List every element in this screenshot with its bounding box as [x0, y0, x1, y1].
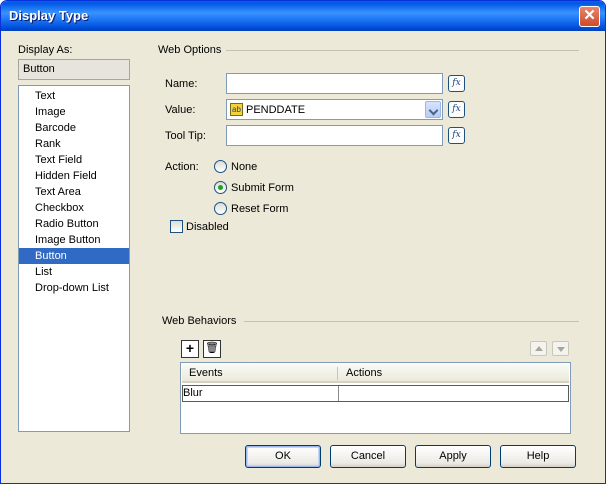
web-options-divider: [226, 50, 579, 51]
trash-icon: 🗑: [205, 342, 219, 354]
list-item[interactable]: Checkbox: [19, 200, 129, 216]
list-item[interactable]: Button: [19, 248, 129, 264]
tooltip-label: Tool Tip:: [165, 130, 206, 142]
disabled-label[interactable]: Disabled: [186, 221, 229, 233]
web-behaviors-divider: [244, 321, 579, 322]
action-none-radio[interactable]: [214, 160, 227, 173]
column-header-actions[interactable]: Actions: [346, 367, 382, 379]
name-fx-button[interactable]: fx: [448, 75, 465, 92]
value-combobox-text: PENDDATE: [246, 104, 306, 116]
arrow-up-icon: [535, 346, 543, 351]
list-item[interactable]: Image: [19, 104, 129, 120]
list-item[interactable]: Image Button: [19, 232, 129, 248]
title-bar[interactable]: Display Type ✕: [1, 1, 605, 31]
action-label: Action:: [165, 161, 199, 173]
action-none-label[interactable]: None: [231, 161, 257, 173]
delete-behavior-button[interactable]: 🗑: [203, 340, 221, 358]
display-as-value: Button: [18, 59, 130, 80]
display-type-list[interactable]: Text Image Barcode Rank Text Field Hidden Fie…: [18, 85, 130, 432]
tooltip-fx-button[interactable]: fx: [448, 127, 465, 144]
list-item[interactable]: Hidden Field: [19, 168, 129, 184]
list-item[interactable]: Drop-down List: [19, 280, 129, 296]
close-button[interactable]: ✕: [579, 6, 600, 27]
value-combobox[interactable]: ab PENDDATE: [226, 99, 443, 120]
event-cell[interactable]: Blur: [183, 387, 203, 399]
value-fx-button[interactable]: fx: [448, 101, 465, 118]
web-options-heading: Web Options: [158, 44, 222, 56]
column-divider[interactable]: [337, 367, 338, 380]
chevron-down-icon[interactable]: [425, 101, 441, 118]
list-item[interactable]: List: [19, 264, 129, 280]
table-row[interactable]: Blur: [182, 385, 569, 402]
action-submit-label[interactable]: Submit Form: [231, 182, 294, 194]
help-button[interactable]: Help: [500, 445, 576, 468]
cancel-button[interactable]: Cancel: [330, 445, 406, 468]
move-down-button[interactable]: [552, 341, 569, 356]
dialog-title: Display Type: [9, 8, 89, 23]
value-label: Value:: [165, 104, 196, 116]
action-reset-radio[interactable]: [214, 202, 227, 215]
list-item[interactable]: Text Area: [19, 184, 129, 200]
action-reset-label[interactable]: Reset Form: [231, 203, 288, 215]
field-icon: ab: [230, 103, 243, 116]
action-submit-radio[interactable]: [214, 181, 227, 194]
cell-divider: [338, 386, 339, 401]
disabled-checkbox[interactable]: [170, 220, 183, 233]
behaviors-table[interactable]: Events Actions Blur: [180, 362, 571, 434]
list-item[interactable]: Radio Button: [19, 216, 129, 232]
web-behaviors-heading: Web Behaviors: [162, 315, 237, 327]
dialog-body: Display As: Button Text Image Barcode Rank T…: [4, 31, 602, 481]
name-input[interactable]: [226, 73, 443, 94]
list-item[interactable]: Barcode: [19, 120, 129, 136]
behaviors-table-header: Events Actions: [182, 364, 569, 383]
display-type-dialog: Display Type ✕ Display As: Button Text Im…: [0, 0, 606, 484]
ok-button[interactable]: OK: [245, 445, 321, 468]
list-item[interactable]: Text: [19, 88, 129, 104]
arrow-down-icon: [557, 347, 565, 352]
list-item[interactable]: Text Field: [19, 152, 129, 168]
name-label: Name:: [165, 78, 198, 90]
list-item[interactable]: Rank: [19, 136, 129, 152]
apply-button[interactable]: Apply: [415, 445, 491, 468]
display-as-label: Display As:: [18, 44, 73, 56]
tooltip-input[interactable]: [226, 125, 443, 146]
add-behavior-button[interactable]: +: [181, 340, 199, 358]
move-up-button[interactable]: [530, 341, 547, 356]
plus-icon: +: [185, 340, 195, 356]
column-header-events[interactable]: Events: [189, 367, 223, 379]
